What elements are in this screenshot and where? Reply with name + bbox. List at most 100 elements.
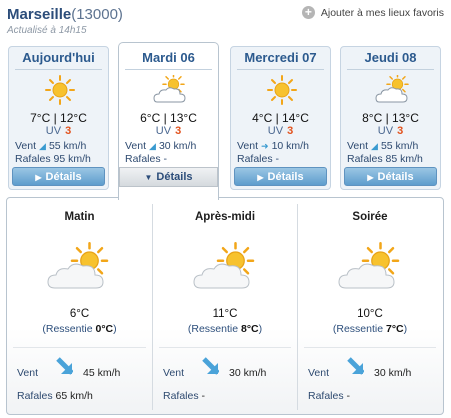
play-icon: ▶ xyxy=(35,173,42,182)
period-afternoon: Après-midi 11°C (Ressentie 8°C) Vent 30 … xyxy=(152,204,297,410)
day-divider xyxy=(347,69,434,70)
feels-like-close: ) xyxy=(258,323,263,335)
details-button[interactable]: ▼ Détails xyxy=(119,167,218,187)
period-name: Après-midi xyxy=(194,211,256,223)
gust-value: 65 km/h xyxy=(55,390,93,402)
period-divider xyxy=(304,347,436,348)
day-temps: 8°C | 13°C xyxy=(362,111,419,125)
wind-direction-icon xyxy=(56,357,73,375)
day-gust: Rafales 85 km/h xyxy=(347,153,438,165)
wind-direction-icon: ◢ xyxy=(371,141,378,151)
wind-direction-icon xyxy=(202,357,219,375)
period-divider xyxy=(159,347,291,348)
wind-value: 30 km/h xyxy=(374,367,412,379)
day-wind: Vent ➜ 10 km/h xyxy=(237,140,328,152)
details-label: Détails xyxy=(377,171,414,183)
sun-cloud-icon xyxy=(193,242,255,289)
feels-like-label: (Ressentie xyxy=(332,323,386,335)
gust-label: Rafales xyxy=(347,153,383,165)
period-evening: Soirée 10°C (Ressentie 7°C) Vent 30 km/h… xyxy=(297,204,442,410)
wind-value: 30 km/h xyxy=(229,367,267,379)
gust-label: Rafales xyxy=(308,390,344,402)
wind-value: 45 km/h xyxy=(83,367,121,379)
day-detail-panel: Matin 6°C (Ressentie 0°C) Vent 45 km/h R… xyxy=(6,197,444,415)
postal-code: (13000) xyxy=(71,6,123,23)
uv-index: UV 3 xyxy=(119,125,218,137)
day-name: Aujourd'hui xyxy=(22,50,95,65)
feels-like-close: ) xyxy=(113,323,117,335)
feels-like-label: (Ressentie xyxy=(187,323,241,335)
wind-label: Vent xyxy=(15,140,37,152)
play-icon: ▶ xyxy=(367,173,374,182)
gust-row: Rafales - xyxy=(308,390,350,402)
uv-value: 3 xyxy=(65,125,72,137)
wind-label: Vent xyxy=(308,367,330,379)
wind-value: 55 km/h xyxy=(380,140,419,152)
feels-like-close: ) xyxy=(403,323,408,335)
details-label: Détails xyxy=(45,171,82,183)
sun-icon xyxy=(45,75,75,105)
sun-cloud-icon xyxy=(47,242,109,289)
day-temps: 4°C | 14°C xyxy=(252,111,309,125)
details-button[interactable]: ▶ Détails xyxy=(234,167,327,186)
uv-value: 3 xyxy=(397,125,404,137)
day-wind: Vent ◢ 55 km/h xyxy=(347,140,438,152)
day-divider xyxy=(125,69,212,70)
city-name: Marseille xyxy=(7,6,72,23)
sun-icon xyxy=(267,75,297,105)
feels-like-value: 0°C xyxy=(95,323,114,335)
gust-label: Rafales xyxy=(163,390,199,402)
gust-value: - xyxy=(275,153,280,165)
caret-down-icon: ▼ xyxy=(144,173,153,182)
wind-label: Vent xyxy=(237,140,259,152)
gust-label: Rafales xyxy=(15,153,51,165)
day-card-mardi[interactable]: Mardi 06 6°C | 13°C UV 3 Vent ◢ 30 km/h Raf… xyxy=(118,42,219,200)
period-temp: 11°C xyxy=(212,308,238,320)
gust-value: 95 km/h xyxy=(53,153,91,165)
day-name: Mardi 06 xyxy=(142,50,195,65)
sun-cloud-icon xyxy=(338,242,400,289)
day-gust: Rafales - xyxy=(125,153,216,165)
uv-label: UV xyxy=(45,125,62,137)
gust-value: 85 km/h xyxy=(385,153,423,165)
uv-label: UV xyxy=(267,125,284,137)
wind-label: Vent xyxy=(163,367,185,379)
gust-label: Rafales xyxy=(125,153,161,165)
wind-direction-icon: ◢ xyxy=(39,141,46,151)
feels-like: (Ressentie 7°C) xyxy=(298,323,442,335)
day-name: Mercredi 07 xyxy=(244,50,317,65)
day-temps: 6°C | 13°C xyxy=(140,111,197,125)
wind-label: Vent xyxy=(347,140,369,152)
period-name: Matin xyxy=(64,211,95,223)
gust-label: Rafales xyxy=(17,390,53,402)
wind-label: Vent xyxy=(125,140,147,152)
gust-label: Rafales xyxy=(237,153,273,165)
day-card-mercredi[interactable]: Mercredi 07 4°C | 14°C UV 3 Vent ➜ 10 km/h … xyxy=(230,46,331,190)
period-divider xyxy=(13,347,146,348)
day-divider xyxy=(237,69,324,70)
feels-like-value: 7°C xyxy=(385,323,404,335)
uv-index: UV 3 xyxy=(341,125,440,137)
details-button[interactable]: ▶ Détails xyxy=(12,167,105,186)
add-favorite-link[interactable]: + Ajouter à mes lieux favoris xyxy=(301,6,444,19)
wind-direction-icon xyxy=(347,357,364,375)
gust-value: - xyxy=(346,390,351,402)
feels-like-label: (Ressentie xyxy=(42,323,96,335)
day-card-today[interactable]: Aujourd'hui 7°C | 12°C UV 3 Vent ◢ 55 km/h … xyxy=(8,46,109,190)
updated-time: Actualisé à 14h15 xyxy=(7,25,87,36)
period-name: Soirée xyxy=(352,211,388,223)
day-gust: Rafales - xyxy=(237,153,328,165)
period-temp: 10°C xyxy=(357,308,383,320)
details-button[interactable]: ▶ Détails xyxy=(344,167,437,186)
uv-value: 3 xyxy=(287,125,294,137)
day-temps: 7°C | 12°C xyxy=(30,111,87,125)
day-card-jeudi[interactable]: Jeudi 08 8°C | 13°C UV 3 Vent ◢ 55 km/h Raf… xyxy=(340,46,441,190)
city-title: Marseille(13000) xyxy=(7,6,123,23)
period-temp: 6°C xyxy=(69,308,90,320)
uv-index: UV 3 xyxy=(9,125,108,137)
play-icon: ▶ xyxy=(257,173,264,182)
day-wind: Vent ◢ 55 km/h xyxy=(15,140,106,152)
gust-value: - xyxy=(163,153,168,165)
feels-like-value: 8°C xyxy=(240,323,259,335)
wind-value: 55 km/h xyxy=(48,140,87,152)
